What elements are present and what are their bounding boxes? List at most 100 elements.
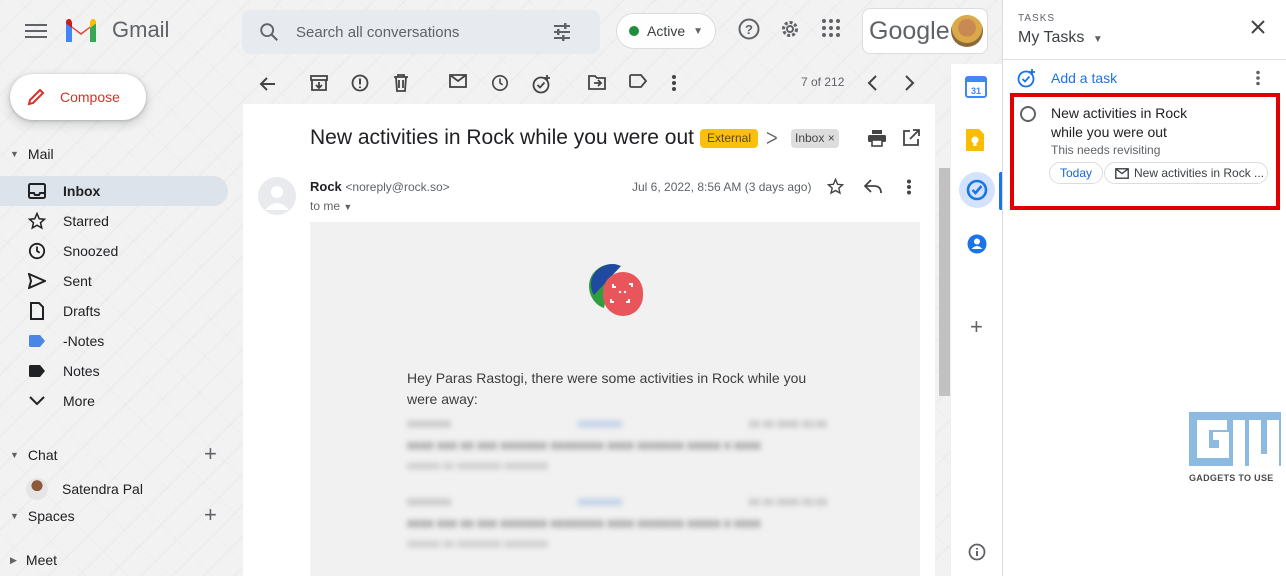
inbox-chip-label: Inbox (795, 131, 825, 145)
close-icon[interactable] (1251, 20, 1265, 34)
sender-name: Rock (310, 179, 342, 194)
print-icon[interactable] (867, 129, 887, 147)
help-icon[interactable]: ? (738, 18, 760, 40)
more-vert-icon[interactable] (671, 74, 677, 92)
keep-notes-icon[interactable] (965, 128, 985, 152)
sidebar-item-inbox[interactable]: Inbox (0, 176, 228, 206)
sidebar-item-label: Starred (63, 213, 109, 229)
recipient-label: to me (310, 199, 341, 213)
main-menu-icon[interactable] (22, 20, 50, 42)
spaces-section-header[interactable]: ▼ Spaces (10, 508, 75, 524)
compose-button[interactable]: Compose (10, 74, 146, 120)
add-task-button[interactable]: Add a task (1017, 68, 1117, 88)
contact-avatar (26, 478, 48, 500)
more-vert-icon[interactable] (906, 179, 912, 195)
task-due-date-chip[interactable]: Today (1049, 162, 1104, 184)
pagination-count: 7 of 212 (801, 75, 845, 89)
account-avatar[interactable] (951, 15, 983, 47)
labels-icon[interactable] (629, 74, 647, 88)
move-to-icon[interactable] (588, 74, 606, 90)
info-icon[interactable] (968, 543, 986, 561)
watermark-logo: GADGETS TO USE (1189, 412, 1285, 483)
message-subject: New activities in Rock while you were ou… (310, 126, 694, 149)
sidebar-item-more[interactable]: More (0, 386, 228, 416)
email-body: Hey Paras Rastogi, there were some activ… (310, 222, 920, 576)
tasks-icon[interactable] (966, 179, 988, 201)
inbox-label-chip[interactable]: Inbox × (791, 129, 839, 148)
activity-entry: xxxxxxxx xxxxxxxx xx xx xxxx xx:xx xxxx xx… (407, 496, 827, 550)
add-to-tasks-icon[interactable] (532, 74, 552, 94)
more-vert-icon[interactable] (1255, 70, 1261, 86)
snooze-clock-icon[interactable] (491, 74, 509, 92)
contacts-icon[interactable] (967, 234, 987, 254)
caret-down-icon: ▼ (343, 202, 353, 212)
sidebar-item-snoozed[interactable]: Snoozed (0, 236, 228, 266)
archive-icon[interactable] (310, 74, 328, 92)
message-toolbar: 7 of 212 (243, 64, 935, 104)
newer-chevron-left-icon[interactable] (866, 74, 878, 92)
apps-grid-icon[interactable] (821, 18, 841, 38)
status-dot (629, 26, 639, 36)
sidebar-item-notes[interactable]: Notes (0, 356, 228, 386)
reply-icon[interactable] (864, 178, 882, 194)
task-item[interactable]: New activities in Rock while you were ou… (1010, 93, 1280, 210)
collapse-triangle-icon: ▼ (10, 149, 19, 159)
label-icon (26, 365, 48, 377)
get-addons-plus-icon[interactable]: + (970, 314, 983, 340)
recipient-details-toggle[interactable]: to me ▼ (310, 199, 352, 213)
sender-info[interactable]: Rock <noreply@rock.so> (310, 179, 450, 194)
report-spam-icon[interactable] (351, 74, 369, 92)
sidebar-item-label: -Notes (63, 333, 105, 349)
sidebar-item-notes-dash[interactable]: -Notes (0, 326, 228, 356)
status-selector[interactable]: Active ▼ (616, 13, 716, 49)
chat-contact[interactable]: Satendra Pal (26, 478, 143, 500)
message-view: 7 of 212 New activities in Rock while yo… (243, 64, 935, 576)
back-arrow-icon[interactable] (258, 74, 278, 94)
app-name: Gmail (112, 17, 170, 42)
sidebar-item-sent[interactable]: Sent (0, 266, 228, 296)
activity-entry: xxxxxxxx xxxxxxxx xx xx xxxx xx:xx xxxx xx… (407, 418, 827, 472)
mark-unread-icon[interactable] (449, 74, 467, 88)
mail-section-header[interactable]: ▼ Mail (10, 146, 54, 162)
watermark-text: GADGETS TO USE (1189, 473, 1274, 483)
task-source-email-chip[interactable]: New activities in Rock ... (1104, 162, 1268, 184)
new-space-plus-icon[interactable]: + (204, 502, 217, 528)
open-in-new-window-icon[interactable] (902, 129, 920, 147)
search-bar[interactable] (242, 10, 600, 54)
remove-label-close-icon[interactable]: × (828, 131, 835, 145)
meet-section-label: Meet (25, 552, 58, 568)
sender-avatar[interactable] (258, 177, 296, 215)
star-icon[interactable] (827, 178, 844, 195)
meet-section-header[interactable]: ▶ Meet (10, 552, 57, 568)
new-chat-plus-icon[interactable]: + (204, 441, 217, 467)
search-input[interactable] (296, 20, 536, 44)
gmail-logo-icon (66, 19, 96, 42)
add-task-label: Add a task (1051, 70, 1118, 86)
sidebar-item-starred[interactable]: Starred (0, 206, 228, 236)
chat-section-header[interactable]: ▼ Chat (10, 447, 58, 463)
complete-task-checkbox[interactable] (1020, 106, 1036, 122)
task-title-line: while you were out (1051, 124, 1167, 140)
task-list-selector[interactable]: My Tasks ▼ (1018, 29, 1103, 47)
delete-trash-icon[interactable] (393, 74, 409, 92)
importance-marker-icon[interactable]: ᐳ (766, 129, 778, 149)
search-options-icon[interactable] (552, 22, 572, 42)
collapse-triangle-icon: ▼ (10, 450, 19, 460)
clock-icon (26, 242, 48, 260)
older-chevron-right-icon[interactable] (904, 74, 916, 92)
google-brand-text: Google (869, 17, 950, 45)
sidebar-item-drafts[interactable]: Drafts (0, 296, 228, 326)
settings-gear-icon[interactable] (779, 18, 801, 40)
calendar-icon[interactable]: 31 (965, 76, 987, 98)
message-scrollbar[interactable] (939, 168, 950, 396)
panel-divider (1003, 59, 1286, 60)
account-switcher[interactable]: Google (862, 8, 988, 54)
sender-email: <noreply@rock.so> (345, 180, 450, 194)
expand-triangle-icon: ▶ (10, 554, 17, 565)
task-source-label: New activities in Rock ... (1134, 166, 1265, 180)
task-title[interactable]: New activities in Rock while you were ou… (1051, 104, 1211, 142)
search-icon[interactable] (258, 21, 280, 43)
chat-contact-name: Satendra Pal (62, 481, 143, 497)
message-reader: New activities in Rock while you were ou… (243, 104, 935, 576)
task-list-name: My Tasks (1018, 29, 1085, 46)
